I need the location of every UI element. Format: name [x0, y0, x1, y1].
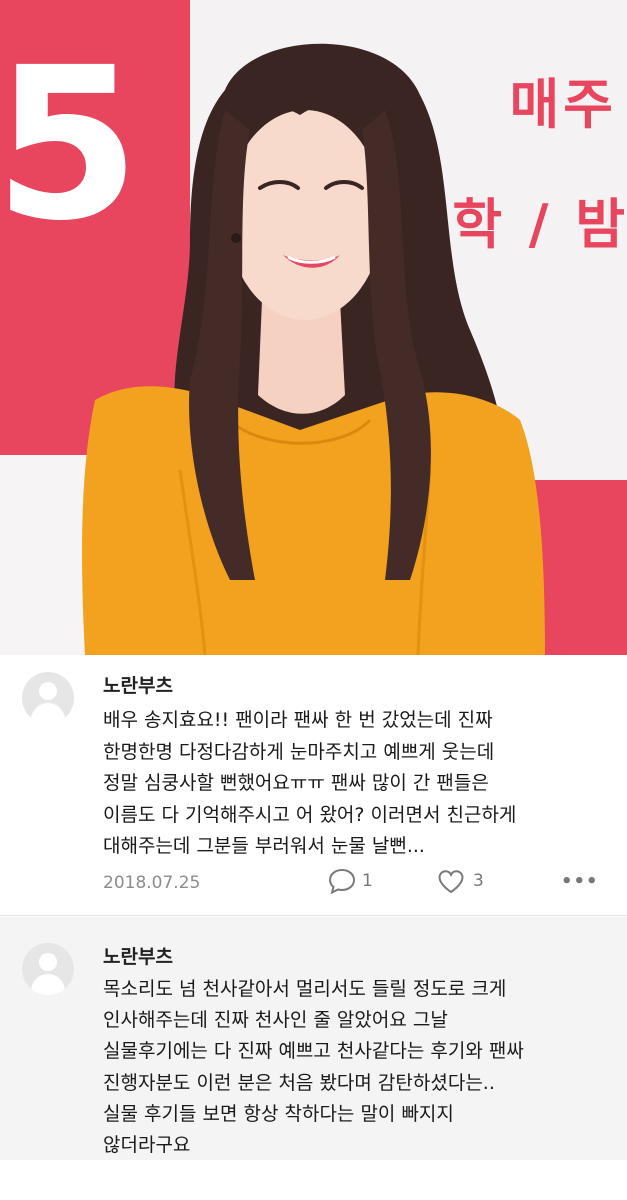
- reply-author[interactable]: 노란부츠: [103, 942, 173, 969]
- reply-text: 목소리도 넘 천사같아서 멀리서도 들릴 정도로 크게 인사해주는데 진짜 천사…: [103, 978, 524, 1157]
- avatar-shoulders: [31, 703, 65, 724]
- comment-item: 노란부츠 배우 송지효요!! 팬이라 팬싸 한 번 갔었는데 진짜 한명한명 다…: [0, 655, 627, 916]
- avatar-head: [39, 682, 57, 700]
- more-dots-icon[interactable]: •••: [561, 867, 599, 895]
- hero-photo: 5 매주 학 / 밤: [0, 0, 627, 655]
- avatar-placeholder-icon[interactable]: [22, 943, 74, 995]
- avatar-head: [39, 953, 57, 971]
- comment-text: 배우 송지효요!! 팬이라 팬싸 한 번 갔었는데 진짜 한명한명 다정다감하게…: [103, 709, 517, 857]
- backdrop-big-digit: 5: [0, 22, 141, 267]
- avatar-placeholder-icon[interactable]: [22, 672, 74, 724]
- backdrop-text-line2: 학 / 밤: [452, 193, 627, 256]
- comment-author[interactable]: 노란부츠: [103, 671, 173, 698]
- reply-item: 노란부츠 목소리도 넘 천사같아서 멀리서도 들릴 정도로 크게 인사해주는데 …: [0, 917, 627, 1160]
- heart-icon: [438, 869, 464, 893]
- avatar-shoulders: [31, 974, 65, 995]
- comment-bubble-icon: [328, 868, 356, 894]
- bottom-spacer: [0, 1160, 627, 1200]
- like-count: 3: [473, 871, 484, 891]
- backdrop-text-line1: 매주: [509, 73, 617, 136]
- comment-date: 2018.07.25: [103, 873, 201, 893]
- like-button[interactable]: 3: [437, 867, 484, 895]
- comment-count: 1: [362, 871, 373, 891]
- reply-button[interactable]: 1: [328, 867, 373, 895]
